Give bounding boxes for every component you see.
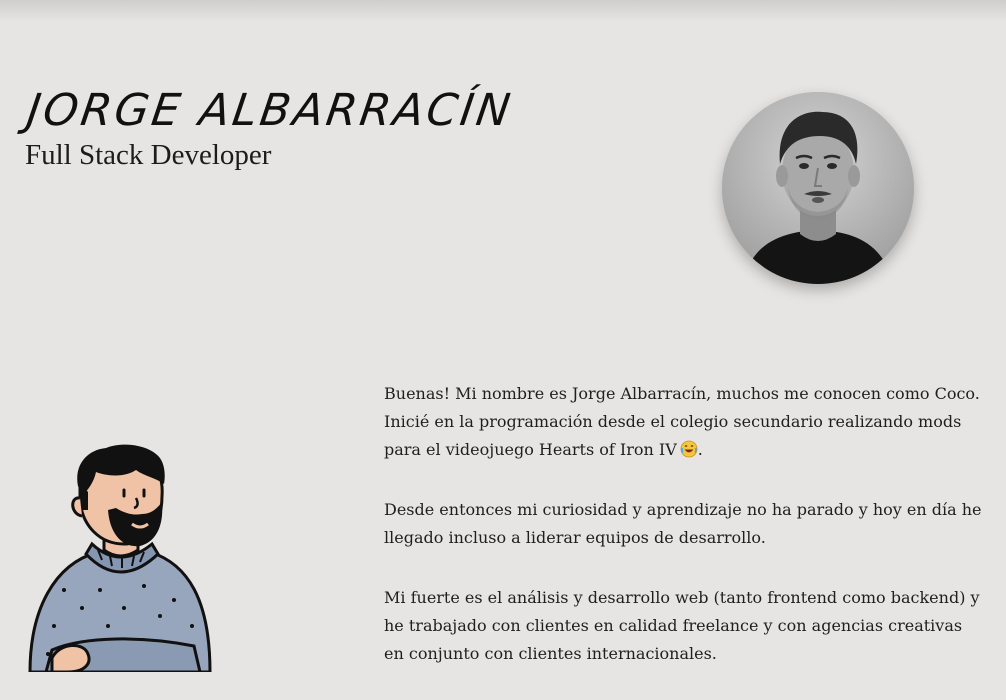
hero-header: JORGE ALBARRACÍN Full Stack Developer (24, 85, 516, 172)
job-title: Full Stack Developer (25, 139, 272, 171)
top-shadow (0, 0, 1006, 22)
profile-photo (722, 92, 914, 284)
about-paragraph-career: Desde entonces mi curiosidad y aprendiza… (384, 500, 982, 547)
profile-photo-icon (722, 92, 914, 284)
laughing-crying-emoji-icon (680, 439, 698, 458)
bearded-man-sweater-illustration-icon (28, 444, 212, 674)
about-paragraph-intro: Buenas! Mi nombre es Jorge Albarracín, m… (384, 380, 984, 464)
about-paragraph-intro-end: . (697, 440, 703, 459)
about-paragraph-expertise: Mi fuerte es el análisis y desarrollo we… (384, 588, 980, 663)
avatar-illustration (24, 440, 224, 674)
site-owner-name: JORGE ALBARRACÍN (24, 85, 516, 136)
about-section: Buenas! Mi nombre es Jorge Albarracín, m… (384, 380, 984, 700)
